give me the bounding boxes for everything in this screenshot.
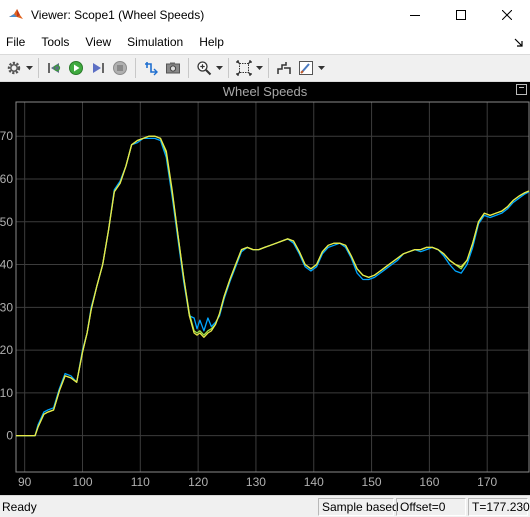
menu-tools[interactable]: Tools [33,30,77,54]
settings-dropdown-icon[interactable] [25,57,34,79]
status-ready: Ready [2,500,37,514]
y-tick-label: 0 [6,429,13,443]
plot-axes-box [15,101,530,473]
toolbar-separator [268,58,269,78]
zoom-dropdown-icon[interactable] [215,57,224,79]
series-line-3 [16,135,530,437]
autoscale-dropdown-icon[interactable] [255,57,264,79]
title-bar: Viewer: Scope1 (Wheel Speeds) [0,0,530,30]
close-icon[interactable] [484,0,530,30]
style-brush-icon[interactable] [295,57,317,79]
style-dropdown-icon[interactable] [317,57,326,79]
matlab-logo-icon [8,7,24,23]
stop-icon[interactable] [109,57,131,79]
step-back-icon[interactable] [43,57,65,79]
x-tick-label: 140 [304,475,324,489]
x-tick-label: 90 [18,475,32,489]
menu-view[interactable]: View [77,30,119,54]
menu-file[interactable]: File [0,30,33,54]
zoom-in-icon[interactable] [193,57,215,79]
y-tick-label: 10 [0,386,13,400]
x-tick-label: 120 [188,475,208,489]
settings-gear-icon[interactable] [3,57,25,79]
status-bar: Ready Sample based Offset=0 T=177.230 [0,495,530,517]
toolbar-separator [38,58,39,78]
maximize-icon[interactable] [438,0,484,30]
series-line-1 [16,137,530,437]
toolbar [0,54,530,82]
y-tick-label: 40 [0,258,13,272]
menu-bar: File Tools View Simulation Help [0,30,530,54]
toolbar-separator [135,58,136,78]
highlight-signal-icon[interactable] [140,57,162,79]
x-tick-label: 110 [131,475,150,489]
y-tick-label: 50 [0,215,13,229]
dock-arrow-icon[interactable] [514,37,524,47]
y-tick-label: 60 [0,172,13,186]
toolbar-separator [188,58,189,78]
cursor-measurements-icon[interactable] [273,57,295,79]
menu-help[interactable]: Help [191,30,232,54]
snapshot-camera-icon[interactable] [162,57,184,79]
x-tick-label: 150 [362,475,382,489]
autoscale-icon[interactable] [233,57,255,79]
status-sample-mode: Sample based [318,498,399,516]
scope-display: Wheel Speeds 90 100 110 120 130 140 150 160 170 0… [0,82,530,495]
status-time: T=177.230 [468,498,530,516]
y-tick-label: 20 [0,343,13,357]
menu-simulation[interactable]: Simulation [119,30,191,54]
minimize-icon[interactable] [392,0,438,30]
run-icon[interactable] [65,57,87,79]
toolbar-separator [228,58,229,78]
step-forward-icon[interactable] [87,57,109,79]
x-tick-label: 160 [419,475,439,489]
x-tick-label: 130 [246,475,266,489]
x-tick-label: 170 [477,475,497,489]
y-tick-label: 70 [0,129,13,143]
x-tick-label: 100 [72,475,92,489]
y-tick-label: 30 [0,300,13,314]
window-title: Viewer: Scope1 (Wheel Speeds) [31,8,205,22]
series-line-2 [16,135,530,437]
status-offset: Offset=0 [396,498,466,516]
wheel-speeds-plot[interactable]: 90 100 110 120 130 140 150 160 170 0 10 20 30 40 50 60 7… [0,82,530,495]
